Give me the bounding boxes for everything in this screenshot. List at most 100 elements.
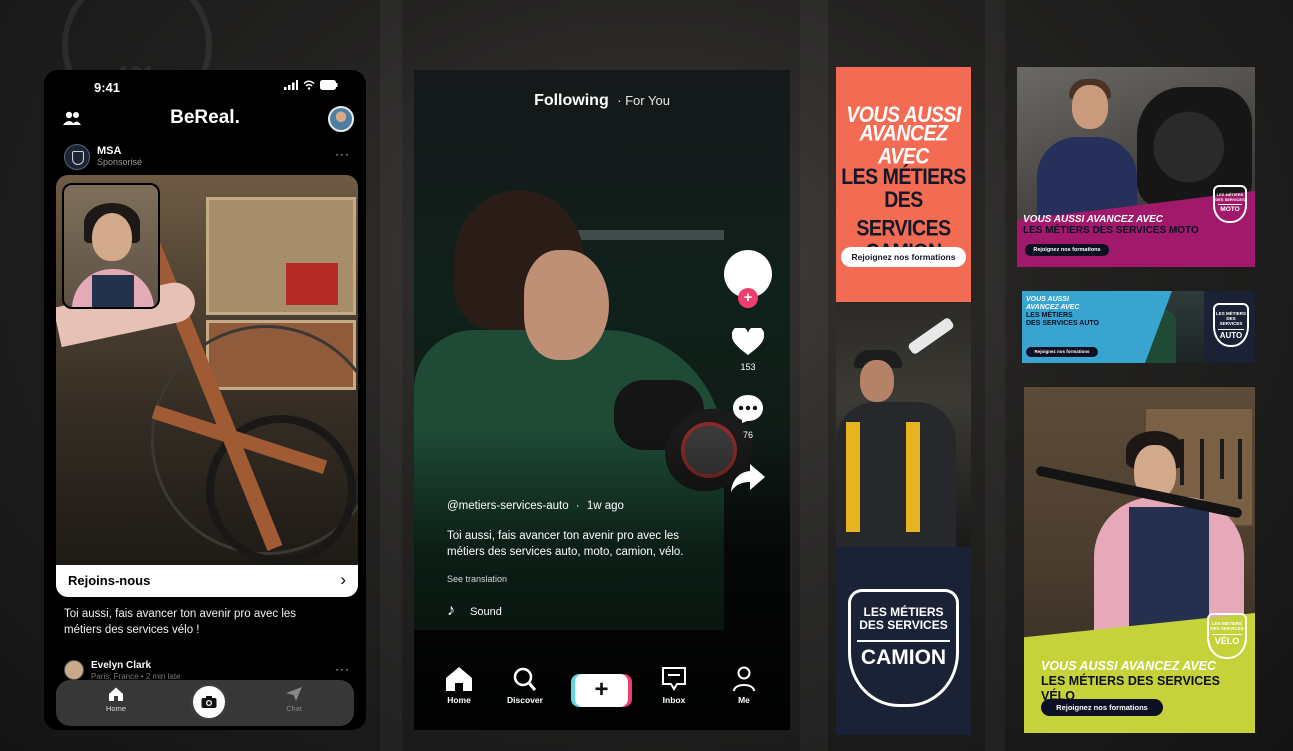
ad-banner-velo[interactable]: VOUS AUSSI AVANCEZ AVEC LES MÉTIERS DES … [1024,387,1255,733]
create-post-button[interactable]: + [575,674,628,707]
music-note-icon: ♪ [447,602,455,619]
post-meta: @metiers-services-auto · 1w ago [447,500,707,512]
tab-chat-label: Chat [286,704,302,713]
sound-label: Sound [470,606,502,618]
background-pillar [985,0,1005,751]
send-icon [286,687,302,701]
profile-icon [733,666,755,692]
photo-reflective-stripe [846,422,860,532]
tiktok-top-nav: Following · For You [414,92,790,110]
tt-tab-me[interactable]: Me [714,666,774,705]
tt-tab-inbox[interactable]: Inbox [644,666,704,705]
tab-chat[interactable]: Chat [269,686,319,713]
camion-logo-panel: LES MÉTIERS DES SERVICES CAMION [836,547,971,735]
auto-headline-line: LES MÉTIERS [1026,312,1073,319]
bereal-selfie-inset[interactable] [62,183,160,309]
bereal-tab-bar: Home Chat [56,680,354,726]
ad-banner-auto[interactable]: VOUS AUSSI AVANCEZ AVEC LES MÉTIERS DES … [1022,291,1255,363]
camion-photo [836,302,971,547]
tab-home-label: Home [105,704,126,713]
tiktok-side-actions: + 153 76 [722,250,774,499]
tiktok-bottom-nav: Home Discover + Inbox Me [414,660,790,720]
camion-headline-panel: VOUS AUSSI AVANCEZ AVEC LES MÉTIERS DES … [836,67,971,302]
moto-cta-button[interactable]: Rejoignez nos formations [1025,244,1109,256]
ad-banner-camion[interactable]: VOUS AUSSI AVANCEZ AVEC LES MÉTIERS DES … [836,67,971,735]
photo-mechanic-face [1072,85,1108,129]
auto-cta-button[interactable]: Rejoignez nos formations [1026,347,1098,357]
like-action[interactable]: 153 [722,326,774,372]
post-age: 1w ago [586,500,624,512]
tt-tab-home[interactable]: Home [429,666,489,705]
cta-label: Rejoins-nous [68,573,151,588]
bereal-header: BeReal. [44,106,366,132]
selfie-face [92,213,132,261]
see-translation-link[interactable]: See translation [447,574,707,584]
photo-rider-vest [1129,507,1209,627]
auto-headline-line: AVANCEZ AVEC [1026,304,1080,311]
sound-link[interactable]: ♪ Sound [447,602,707,620]
moto-headline: VOUS AUSSI AVANCEZ AVEC LES MÉTIERS DES … [1023,214,1199,236]
sponsor-avatar[interactable] [64,144,90,170]
sponsored-post-header: MSA Sponsorisé ··· [64,143,354,171]
video-lamp [564,230,724,240]
commenter-avatar[interactable] [64,660,84,680]
heart-icon [731,326,765,355]
photo-tool [1200,439,1204,499]
bereal-phone-mockup: 9:41 BeReal. MSA Sponsorisé ··· Rejoins-… [44,70,366,730]
auto-headline-line: DES SERVICES AUTO [1026,320,1100,327]
camion-headline-line: DES SERVICES [856,187,951,242]
selfie-vest [92,275,134,307]
camera-button[interactable] [190,683,228,721]
camion-cta-button[interactable]: Rejoignez nos formations [841,247,966,267]
chevron-right-icon: › [340,570,346,589]
post-more-button[interactable]: ··· [335,147,350,161]
search-icon [513,667,537,691]
profile-avatar[interactable] [328,106,354,132]
velo-cta-button[interactable]: Rejoignez nos formations [1041,699,1163,716]
camera-icon [201,696,217,708]
battery-icon [320,80,338,90]
tab-for-you[interactable]: · For You [617,93,670,108]
home-icon [446,667,472,691]
tt-tab-discover[interactable]: Discover [495,666,555,705]
tiktok-phone-mockup: Following · For You + 153 76 @metiers-se… [414,70,790,730]
photo-work-lamp [907,316,955,356]
shield-text: AUTO [1218,329,1244,340]
status-time: 9:41 [94,80,121,95]
home-icon [109,687,123,701]
shield-logo-icon: LES MÉTIERS DES SERVICES AUTO [1213,303,1249,347]
sponsor-name[interactable]: MSA [97,145,121,157]
sponsored-label: Sponsorisé [97,157,143,167]
shield-text: DES SERVICES [859,618,948,632]
cta-rejoins-nous-button[interactable]: Rejoins-nous › [56,565,358,597]
wifi-icon [303,80,315,90]
shield-text: DES SERVICES [1215,197,1245,202]
follow-plus-button[interactable]: + [738,288,758,308]
background-pillar [380,0,402,751]
share-action[interactable] [722,462,774,499]
photo-tool [1220,439,1224,479]
creator-avatar[interactable]: + [724,250,772,308]
status-icons [283,80,338,93]
like-count: 153 [740,362,756,372]
composite-canvas: 131 9:41 BeReal. MSA Sponsorisé ··· [0,0,1293,751]
ad-banner-moto[interactable]: VOUS AUSSI AVANCEZ AVEC LES MÉTIERS DES … [1017,67,1255,267]
tab-home[interactable]: Home [91,686,141,713]
shield-text: CAMION [857,640,950,670]
velo-headline: VOUS AUSSI AVANCEZ AVEC LES MÉTIERS DES … [1041,659,1255,704]
shield-logo-icon: LES MÉTIERS DES SERVICES CAMION [848,589,959,707]
tab-following[interactable]: Following [534,92,609,109]
auto-headline: VOUS AUSSI AVANCEZ AVEC LES MÉTIERS DES … [1026,296,1099,328]
bereal-main-photo[interactable] [56,175,358,565]
comment-action[interactable]: 76 [722,394,774,440]
photo-tool [1238,439,1242,499]
creator-username[interactable]: @metiers-services-auto [447,500,569,512]
commenter-name[interactable]: Evelyn Clark [91,660,151,671]
post-description: Toi aussi, fais avancer ton avenir pro a… [447,530,684,558]
shield-text: DES SERVICES [1210,626,1244,631]
post-more-button[interactable]: ··· [335,662,350,676]
inbox-icon [662,667,686,691]
shield-logo-icon: LES MÉTIERS DES SERVICES MOTO [1213,185,1247,223]
post-caption: Toi aussi, fais avancer ton avenir pro a… [64,608,297,636]
shield-text: DES SERVICES [1219,316,1243,326]
